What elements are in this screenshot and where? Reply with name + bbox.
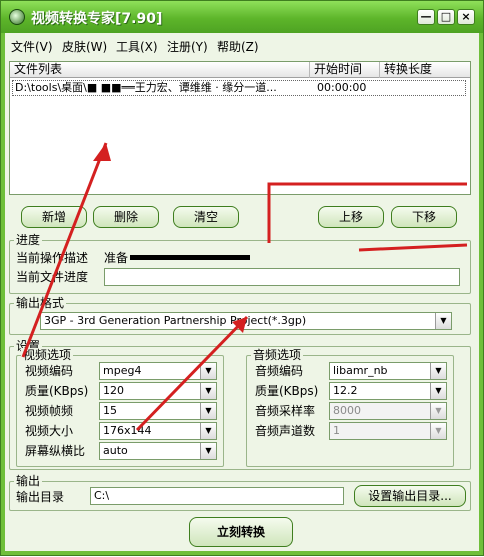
output-group: 输出 输出目录 C:\ 设置输出目录... (9, 474, 471, 511)
app-window: 视频转换专家[7.90] — □ × 文件(V) 皮肤(W) 工具(X) 注册(… (0, 0, 484, 556)
current-file-progress-bar (104, 268, 460, 286)
row-file-path: D:\tools\桌面\■ ■■══王力宏、谭维维 · 缘分一道... (15, 81, 277, 94)
video-size-select[interactable]: 176x144 ▼ (99, 422, 217, 440)
menu-file[interactable]: 文件(V) (11, 38, 53, 55)
file-list-header: 文件列表 开始时间 转换长度 (10, 62, 470, 78)
video-options-group: 视频选项 视频编码 mpeg4 ▼ 质量(KBps) 120 ▼ 视频帧频 15… (16, 348, 224, 467)
redaction-mark (130, 255, 250, 260)
chevron-down-icon[interactable]: ▼ (430, 363, 446, 379)
video-quality-select[interactable]: 120 ▼ (99, 382, 217, 400)
video-codec-select[interactable]: mpeg4 ▼ (99, 362, 217, 380)
row-start-time: 00:00:00 (317, 81, 367, 94)
video-aspect-label: 屏幕纵横比 (25, 444, 86, 458)
convert-now-button[interactable]: 立刻转换 (189, 517, 293, 547)
current-op-label: 当前操作描述 (16, 251, 89, 265)
chevron-down-icon[interactable]: ▼ (200, 363, 216, 379)
chevron-down-icon[interactable]: ▼ (200, 443, 216, 459)
audio-options-group: 音频选项 音频编码 libamr_nb ▼ 质量(KBps) 12.2 ▼ 音频… (246, 348, 454, 467)
set-output-dir-button[interactable]: 设置输出目录... (354, 485, 466, 507)
audio-quality-label: 质量(KBps) (255, 384, 319, 398)
audio-rate-label: 音频采样率 (255, 404, 316, 418)
column-file[interactable]: 文件列表 (10, 62, 310, 78)
video-size-value: 176x144 (103, 424, 152, 437)
chevron-down-icon[interactable]: ▼ (430, 423, 446, 439)
move-up-button[interactable]: 上移 (318, 206, 384, 228)
video-aspect-value: auto (103, 444, 128, 457)
maximize-button[interactable]: □ (437, 9, 455, 25)
column-start-time[interactable]: 开始时间 (310, 62, 380, 78)
audio-codec-select[interactable]: libamr_nb ▼ (329, 362, 447, 380)
chevron-down-icon[interactable]: ▼ (435, 313, 451, 329)
output-dir-label: 输出目录 (16, 490, 65, 504)
progress-group: 进度 当前操作描述 准备 当前文件进度 (9, 233, 471, 294)
output-group-label: 输出 (14, 474, 43, 488)
output-dir-input[interactable]: C:\ (90, 487, 344, 505)
delete-button[interactable]: 删除 (93, 206, 159, 228)
audio-codec-value: libamr_nb (333, 364, 388, 377)
file-list[interactable]: 文件列表 开始时间 转换长度 D:\tools\桌面\■ ■■══王力宏、谭维维… (9, 61, 471, 195)
current-op-value: 准备 (104, 251, 129, 265)
output-format-select[interactable]: 3GP - 3rd Generation Partnership Project… (40, 312, 452, 330)
column-length[interactable]: 转换长度 (380, 62, 470, 78)
menu-help[interactable]: 帮助(Z) (217, 38, 259, 55)
add-button[interactable]: 新增 (21, 206, 87, 228)
window-title: 视频转换专家[7.90] (31, 11, 163, 27)
video-fps-value: 15 (103, 404, 117, 417)
chevron-down-icon[interactable]: ▼ (200, 403, 216, 419)
menu-skin[interactable]: 皮肤(W) (62, 38, 107, 55)
close-button[interactable]: × (457, 9, 475, 25)
chevron-down-icon[interactable]: ▼ (200, 423, 216, 439)
audio-channels-select[interactable]: 1 ▼ (329, 422, 447, 440)
current-file-progress-label: 当前文件进度 (16, 270, 89, 284)
video-options-label: 视频选项 (21, 348, 74, 362)
menu-bar: 文件(V) 皮肤(W) 工具(X) 注册(Y) 帮助(Z) (5, 33, 479, 55)
progress-group-label: 进度 (14, 233, 43, 247)
video-aspect-select[interactable]: auto ▼ (99, 442, 217, 460)
video-fps-select[interactable]: 15 ▼ (99, 402, 217, 420)
audio-codec-label: 音频编码 (255, 364, 304, 378)
chevron-down-icon[interactable]: ▼ (430, 403, 446, 419)
file-list-row[interactable]: D:\tools\桌面\■ ■■══王力宏、谭维维 · 缘分一道... 00:0… (12, 80, 466, 96)
video-size-label: 视频大小 (25, 424, 74, 438)
chevron-down-icon[interactable]: ▼ (200, 383, 216, 399)
audio-rate-value: 8000 (333, 404, 361, 417)
app-icon (9, 9, 25, 25)
video-fps-label: 视频帧频 (25, 404, 74, 418)
video-codec-value: mpeg4 (103, 364, 142, 377)
audio-quality-value: 12.2 (333, 384, 358, 397)
settings-group: 设置 视频选项 视频编码 mpeg4 ▼ 质量(KBps) 120 ▼ 视频帧频… (9, 339, 471, 470)
minimize-button[interactable]: — (417, 9, 435, 25)
output-format-label: 输出格式 (14, 296, 67, 310)
video-codec-label: 视频编码 (25, 364, 74, 378)
audio-quality-select[interactable]: 12.2 ▼ (329, 382, 447, 400)
audio-channels-label: 音频声道数 (255, 424, 316, 438)
output-format-value: 3GP - 3rd Generation Partnership Project… (44, 314, 307, 327)
audio-options-label: 音频选项 (251, 348, 304, 362)
video-quality-value: 120 (103, 384, 124, 397)
chevron-down-icon[interactable]: ▼ (430, 383, 446, 399)
title-bar[interactable]: 视频转换专家[7.90] — □ × (1, 1, 483, 33)
audio-rate-select[interactable]: 8000 ▼ (329, 402, 447, 420)
audio-channels-value: 1 (333, 424, 340, 437)
output-format-group: 输出格式 3GP - 3rd Generation Partnership Pr… (9, 296, 471, 335)
clear-button[interactable]: 清空 (173, 206, 239, 228)
move-down-button[interactable]: 下移 (391, 206, 457, 228)
menu-tools[interactable]: 工具(X) (116, 38, 158, 55)
menu-register[interactable]: 注册(Y) (167, 38, 208, 55)
client-area: 文件(V) 皮肤(W) 工具(X) 注册(Y) 帮助(Z) 文件列表 开始时间 … (5, 33, 479, 551)
video-quality-label: 质量(KBps) (25, 384, 89, 398)
